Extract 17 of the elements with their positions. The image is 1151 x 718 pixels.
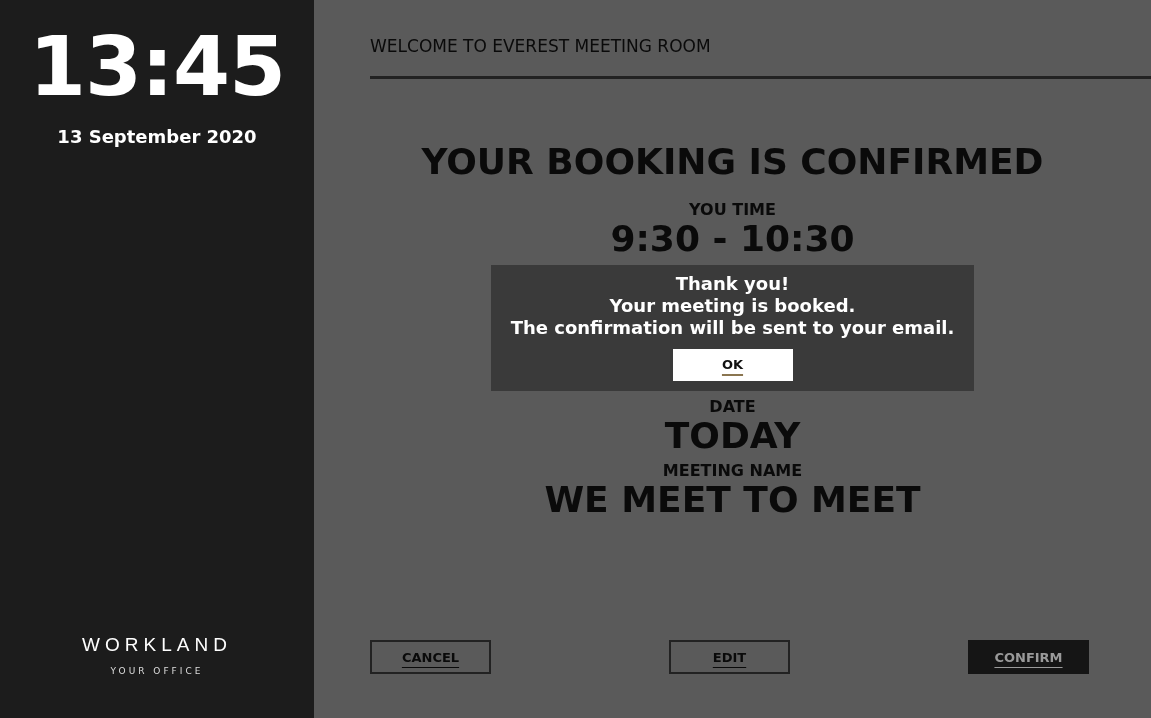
- room-title: WELCOME TO EVEREST MEETING ROOM: [370, 36, 1151, 79]
- field-label: YOU TIME: [689, 200, 776, 219]
- field-value: 9:30 - 10:30: [610, 219, 855, 259]
- confirmation-heading: YOUR BOOKING IS CONFIRMED: [421, 141, 1044, 182]
- confirm-button[interactable]: CONFIRM: [968, 640, 1089, 674]
- logo-tagline: YOUR OFFICE: [110, 666, 204, 676]
- field-value: WE MEET TO MEET: [544, 480, 921, 520]
- clock-time: 13:45: [29, 26, 285, 108]
- clock-date: 13 September 2020: [57, 126, 257, 147]
- field-value: TODAY: [664, 415, 801, 456]
- dialog-message-line: Your meeting is booked.: [609, 294, 856, 317]
- dialog-message-line: Thank you!: [675, 272, 790, 295]
- field-label: DATE: [709, 396, 756, 416]
- ok-button[interactable]: OK: [672, 348, 793, 381]
- dialog-message-line: The confirmation will be sent to your email.: [510, 316, 955, 339]
- field-label: MEETING NAME: [662, 461, 803, 481]
- logo-wordmark: WORKLAND: [82, 634, 232, 656]
